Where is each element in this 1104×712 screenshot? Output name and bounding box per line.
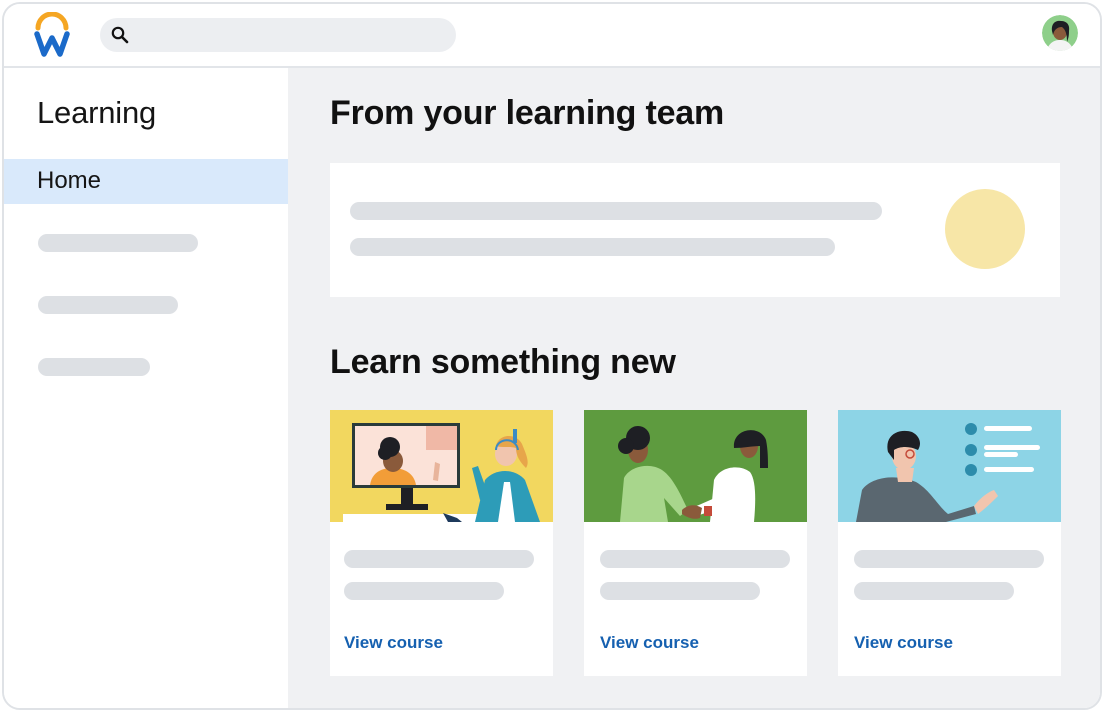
text-placeholder (854, 582, 1014, 600)
course-card[interactable]: View course (838, 410, 1061, 676)
sidebar-title: Learning (37, 95, 157, 130)
decorative-circle (945, 189, 1025, 269)
text-placeholder (600, 582, 760, 600)
app-window: Learning Home From your learning team Le… (2, 2, 1102, 710)
section-heading-team: From your learning team (330, 94, 725, 132)
search-input[interactable] (100, 18, 456, 52)
text-placeholder (600, 550, 790, 568)
text-placeholder (344, 550, 534, 568)
sidebar: Learning Home (4, 68, 288, 708)
text-placeholder (350, 202, 882, 220)
avatar[interactable] (1042, 15, 1078, 51)
course-card[interactable]: View course (330, 410, 553, 676)
workday-logo-icon[interactable] (32, 11, 72, 58)
handshake-illustration (584, 410, 807, 522)
text-placeholder (344, 582, 504, 600)
sidebar-item-placeholder[interactable] (38, 234, 198, 252)
course-card[interactable]: View course (584, 410, 807, 676)
sidebar-item-home[interactable]: Home (4, 159, 288, 204)
presenter-illustration (838, 410, 1061, 522)
text-placeholder (854, 550, 1044, 568)
section-heading-new: Learn something new (330, 343, 676, 381)
sidebar-item-placeholder[interactable] (38, 358, 150, 376)
sidebar-item-label: Home (37, 167, 102, 194)
top-bar (4, 4, 1100, 68)
view-course-link[interactable]: View course (600, 633, 699, 653)
view-course-link[interactable]: View course (854, 633, 953, 653)
sidebar-item-placeholder[interactable] (38, 296, 178, 314)
video-call-illustration (330, 410, 553, 522)
view-course-link[interactable]: View course (344, 633, 443, 653)
team-message-card[interactable] (330, 163, 1060, 297)
search-icon (110, 25, 130, 45)
text-placeholder (350, 238, 835, 256)
main-content: From your learning team Learn something … (288, 68, 1100, 708)
